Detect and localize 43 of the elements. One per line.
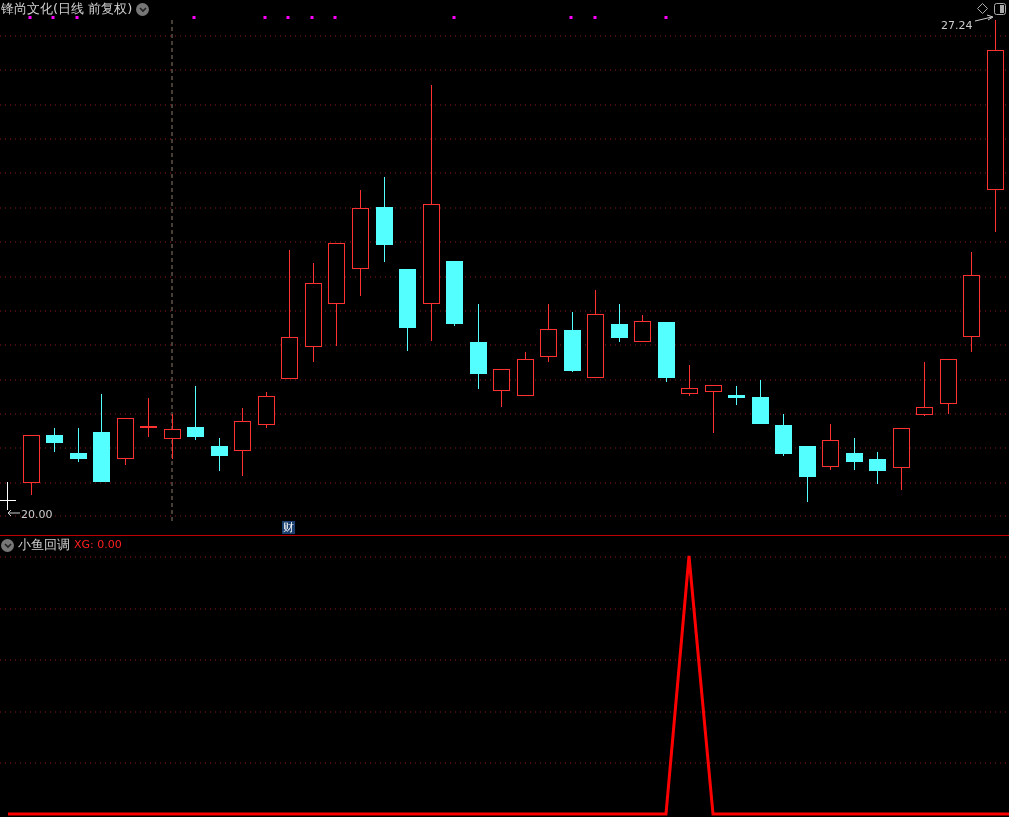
candlestick (540, 303, 557, 363)
panel-toggle-icon[interactable] (994, 3, 1006, 15)
candlestick (846, 437, 863, 471)
candlestick (799, 445, 816, 503)
candlestick (70, 427, 87, 463)
candlestick (869, 451, 886, 485)
candlestick (940, 358, 957, 415)
finance-badge[interactable]: 财 (282, 521, 295, 534)
candlestick (517, 351, 534, 396)
candlestick (564, 311, 581, 373)
candlestick (893, 427, 910, 491)
candlestick (775, 413, 792, 457)
candlestick (705, 384, 722, 434)
candlestick (446, 260, 463, 327)
candlestick (117, 417, 134, 466)
candlestick (187, 385, 204, 441)
candlestick (658, 321, 675, 383)
collapse-icon[interactable] (1, 538, 14, 552)
candlestick (611, 303, 628, 343)
diamond-icon[interactable] (977, 3, 988, 14)
candlestick (211, 437, 228, 472)
collapse-icon[interactable] (136, 2, 150, 16)
crosshair-icon (0, 481, 17, 511)
candlestick (258, 391, 275, 429)
candlestick (728, 385, 745, 406)
candlestick (140, 397, 157, 438)
candlestick (164, 413, 181, 460)
indicator-reading: XG: 0.00 (74, 537, 122, 553)
candlestick (493, 368, 510, 408)
indicator-name: 小鱼回调 (18, 537, 70, 553)
candlestick (916, 361, 933, 417)
low-price-label: 20.00 (21, 508, 53, 521)
arrow-icon (974, 14, 994, 22)
candlestick (234, 407, 251, 477)
candlestick (681, 364, 698, 397)
high-price-label: 27.24 (941, 19, 973, 32)
candlestick (752, 379, 769, 425)
candlestick (23, 434, 40, 496)
arrow-icon (7, 509, 21, 517)
candlestick (634, 314, 651, 342)
candlestick (822, 423, 839, 471)
chart-title: 锋尚文化(日线 前复权) (1, 1, 133, 17)
candlestick (46, 427, 63, 453)
